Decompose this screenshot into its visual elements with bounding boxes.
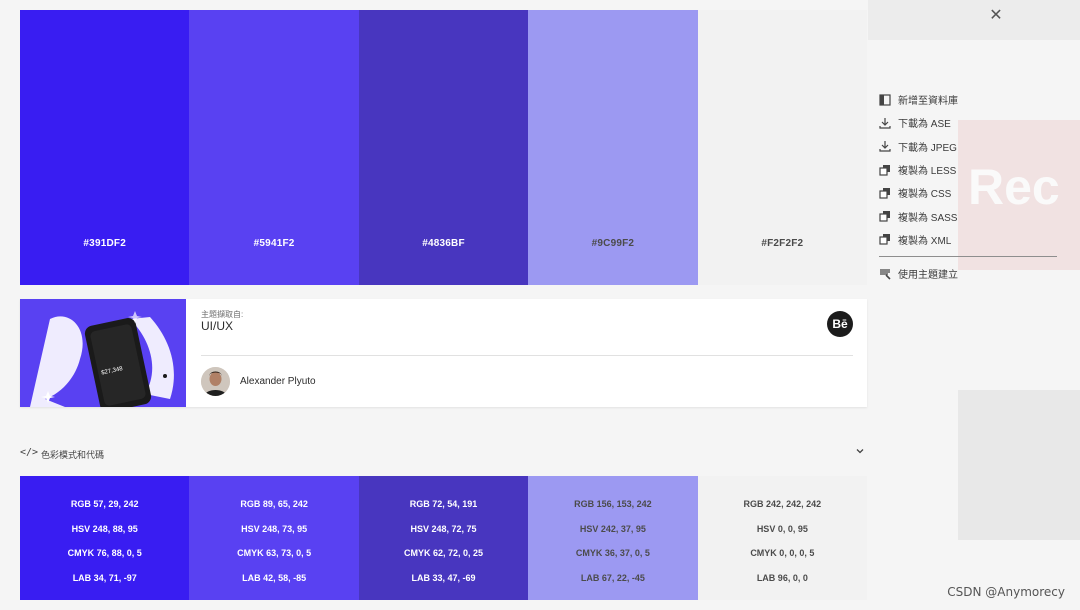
close-button[interactable]: ✕ xyxy=(986,6,1006,26)
menu-label: 複製為 XML xyxy=(898,235,952,247)
section-title: 色彩模式和代碼 xyxy=(41,450,105,460)
swatch-hex: #F2F2F2 xyxy=(761,238,804,249)
brush-icon xyxy=(880,269,891,280)
cmyk-value[interactable]: CMYK 0, 0, 0, 5 xyxy=(698,548,867,573)
hsv-value[interactable]: HSV 248, 88, 95 xyxy=(20,524,189,549)
copy-icon xyxy=(879,234,890,246)
cmyk-value[interactable]: CMYK 63, 73, 0, 5 xyxy=(189,548,358,573)
color-values-column: RGB 89, 65, 242 HSV 248, 73, 95 CMYK 63,… xyxy=(189,476,359,600)
chevron-down-icon xyxy=(855,446,865,459)
background-card xyxy=(958,390,1080,540)
side-menu: 新增至資料庫 下載為 ASE 下載為 JPEG 複製為 LESS 複製為 CSS… xyxy=(879,88,1059,285)
hsv-value[interactable]: HSV 0, 0, 95 xyxy=(698,524,867,549)
menu-label: 下載為 ASE xyxy=(898,119,951,131)
copy-icon xyxy=(879,187,890,199)
add-to-library-icon xyxy=(879,94,891,106)
menu-copy-sass[interactable]: 複製為 SASS xyxy=(879,204,1059,227)
rgb-value[interactable]: RGB 89, 65, 242 xyxy=(189,499,358,524)
behance-button[interactable]: Bē xyxy=(827,311,853,337)
project-thumbnail[interactable]: $27,348 xyxy=(20,299,186,407)
menu-label: 複製為 CSS xyxy=(898,189,952,201)
swatch-2[interactable]: #5941F2 xyxy=(189,10,359,285)
swatch-hex: #391DF2 xyxy=(83,238,126,249)
menu-copy-css[interactable]: 複製為 CSS xyxy=(879,181,1059,204)
cmyk-value[interactable]: CMYK 76, 88, 0, 5 xyxy=(20,548,189,573)
color-swatches: #391DF2 #5941F2 #4836BF #9C99F2 #F2F2F2 xyxy=(20,10,868,285)
hsv-value[interactable]: HSV 248, 72, 75 xyxy=(359,524,528,549)
info-body: 主題擷取自: UI/UX Bē Alexander Plyuto xyxy=(201,299,853,407)
menu-label: 下載為 JPEG xyxy=(898,142,957,154)
behance-icon: Bē xyxy=(832,317,848,331)
theme-info-card: $27,348 主題擷取自: UI/UX Bē Alexander Plyuto xyxy=(20,299,867,407)
menu-label: 複製為 LESS xyxy=(898,166,957,178)
menu-create-theme[interactable]: 使用主題建立 xyxy=(879,262,1059,285)
swatch-4[interactable]: #9C99F2 xyxy=(528,10,698,285)
rgb-value[interactable]: RGB 57, 29, 242 xyxy=(20,499,189,524)
menu-label: 新增至資料庫 xyxy=(898,96,958,108)
swatch-3[interactable]: #4836BF xyxy=(358,10,529,285)
menu-label: 使用主題建立 xyxy=(898,270,958,282)
rgb-value[interactable]: RGB 242, 242, 242 xyxy=(698,499,867,524)
swatch-1[interactable]: #391DF2 xyxy=(20,10,190,285)
download-icon xyxy=(879,117,891,129)
cmyk-value[interactable]: CMYK 62, 72, 0, 25 xyxy=(359,548,528,573)
color-modes-toggle[interactable]: </> 色彩模式和代碼 xyxy=(20,444,867,464)
info-divider xyxy=(201,355,853,356)
menu-download-jpeg[interactable]: 下載為 JPEG xyxy=(879,135,1059,158)
author-name[interactable]: Alexander Plyuto xyxy=(240,376,316,387)
copy-icon xyxy=(879,164,890,176)
rgb-value[interactable]: RGB 156, 153, 242 xyxy=(528,499,697,524)
author-avatar[interactable] xyxy=(201,367,230,396)
menu-divider xyxy=(879,256,1057,258)
lab-value[interactable]: LAB 33, 47, -69 xyxy=(359,573,528,598)
color-values-column: RGB 156, 153, 242 HSV 242, 37, 95 CMYK 3… xyxy=(528,476,698,600)
color-values-column: RGB 72, 54, 191 HSV 248, 72, 75 CMYK 62,… xyxy=(358,476,529,600)
cmyk-value[interactable]: CMYK 36, 37, 0, 5 xyxy=(528,548,697,573)
swatch-5[interactable]: #F2F2F2 xyxy=(697,10,868,285)
close-icon: ✕ xyxy=(989,7,1003,24)
lab-value[interactable]: LAB 34, 71, -97 xyxy=(20,573,189,598)
color-values-table: RGB 57, 29, 242 HSV 248, 88, 95 CMYK 76,… xyxy=(20,476,868,600)
swatch-hex: #5941F2 xyxy=(253,238,295,249)
hsv-value[interactable]: HSV 242, 37, 95 xyxy=(528,524,697,549)
color-values-column: RGB 57, 29, 242 HSV 248, 88, 95 CMYK 76,… xyxy=(20,476,190,600)
lab-value[interactable]: LAB 67, 22, -45 xyxy=(528,573,697,598)
menu-copy-less[interactable]: 複製為 LESS xyxy=(879,158,1059,181)
swatch-hex: #4836BF xyxy=(422,238,465,249)
menu-download-ase[interactable]: 下載為 ASE xyxy=(879,111,1059,134)
color-values-column: RGB 242, 242, 242 HSV 0, 0, 95 CMYK 0, 0… xyxy=(697,476,868,600)
background-card xyxy=(868,0,1080,40)
download-icon xyxy=(879,141,891,152)
watermark: CSDN @Anymorecy xyxy=(947,585,1065,599)
swatch-hex: #9C99F2 xyxy=(591,238,635,249)
code-icon: </> xyxy=(20,447,39,458)
lab-value[interactable]: LAB 42, 58, -85 xyxy=(189,573,358,598)
menu-label: 複製為 SASS xyxy=(898,212,958,224)
hsv-value[interactable]: HSV 248, 73, 95 xyxy=(189,524,358,549)
lab-value[interactable]: LAB 96, 0, 0 xyxy=(698,573,867,598)
copy-icon xyxy=(879,211,890,222)
rgb-value[interactable]: RGB 72, 54, 191 xyxy=(359,499,528,524)
menu-add-to-library[interactable]: 新增至資料庫 xyxy=(879,88,1059,111)
menu-copy-xml[interactable]: 複製為 XML xyxy=(879,228,1059,251)
subject-value[interactable]: UI/UX xyxy=(201,319,233,333)
